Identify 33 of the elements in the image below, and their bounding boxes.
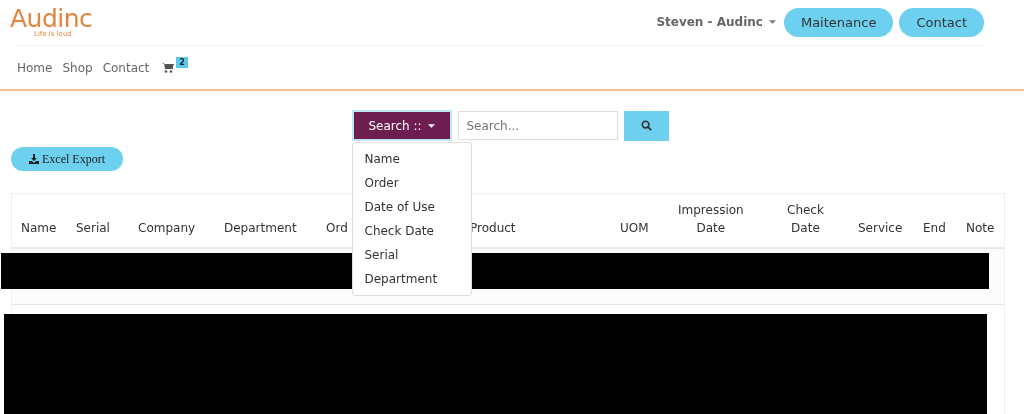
download-icon (29, 154, 39, 164)
dropdown-option[interactable]: Date of Use (352, 195, 471, 219)
dropdown-option[interactable]: Name (352, 147, 471, 171)
dropdown-option[interactable]: Serial (352, 243, 471, 267)
cart-icon[interactable] (162, 62, 175, 73)
search-button[interactable] (623, 110, 669, 141)
column-header: Note (966, 220, 995, 237)
nav-link[interactable]: Shop (62, 60, 93, 75)
nav-link[interactable]: Contact (102, 60, 150, 75)
dropdown-option[interactable]: Department (352, 267, 471, 291)
search-filter-button[interactable]: Search :: (351, 110, 452, 141)
column-header: Ord (326, 220, 348, 237)
excel-export-button[interactable]: Excel Export (11, 147, 123, 171)
column-header: Serial (76, 220, 110, 237)
column-header: UOM (620, 220, 649, 237)
column-header: Impression Date (678, 202, 744, 237)
search-field[interactable]: Search... (457, 111, 618, 140)
search-icon (640, 120, 652, 131)
header-button[interactable]: Contact (899, 7, 984, 37)
user-menu[interactable]: Steven - Audinc (656, 15, 776, 29)
dropdown-option[interactable]: Check Date (352, 219, 471, 243)
caret-icon (768, 20, 776, 24)
column-header: Check Date (787, 202, 824, 237)
column-header: Department (224, 220, 297, 237)
nav-link[interactable]: Home (17, 60, 53, 75)
dropdown-option[interactable]: Order (352, 171, 471, 195)
column-header: Service (858, 220, 903, 237)
caret-icon (427, 123, 435, 128)
column-header: Company (138, 220, 196, 237)
header-button[interactable]: Maitenance (783, 7, 894, 37)
column-header: Name (21, 220, 57, 237)
cart-count-badge: 2 (176, 57, 188, 68)
column-header: End (923, 220, 946, 237)
